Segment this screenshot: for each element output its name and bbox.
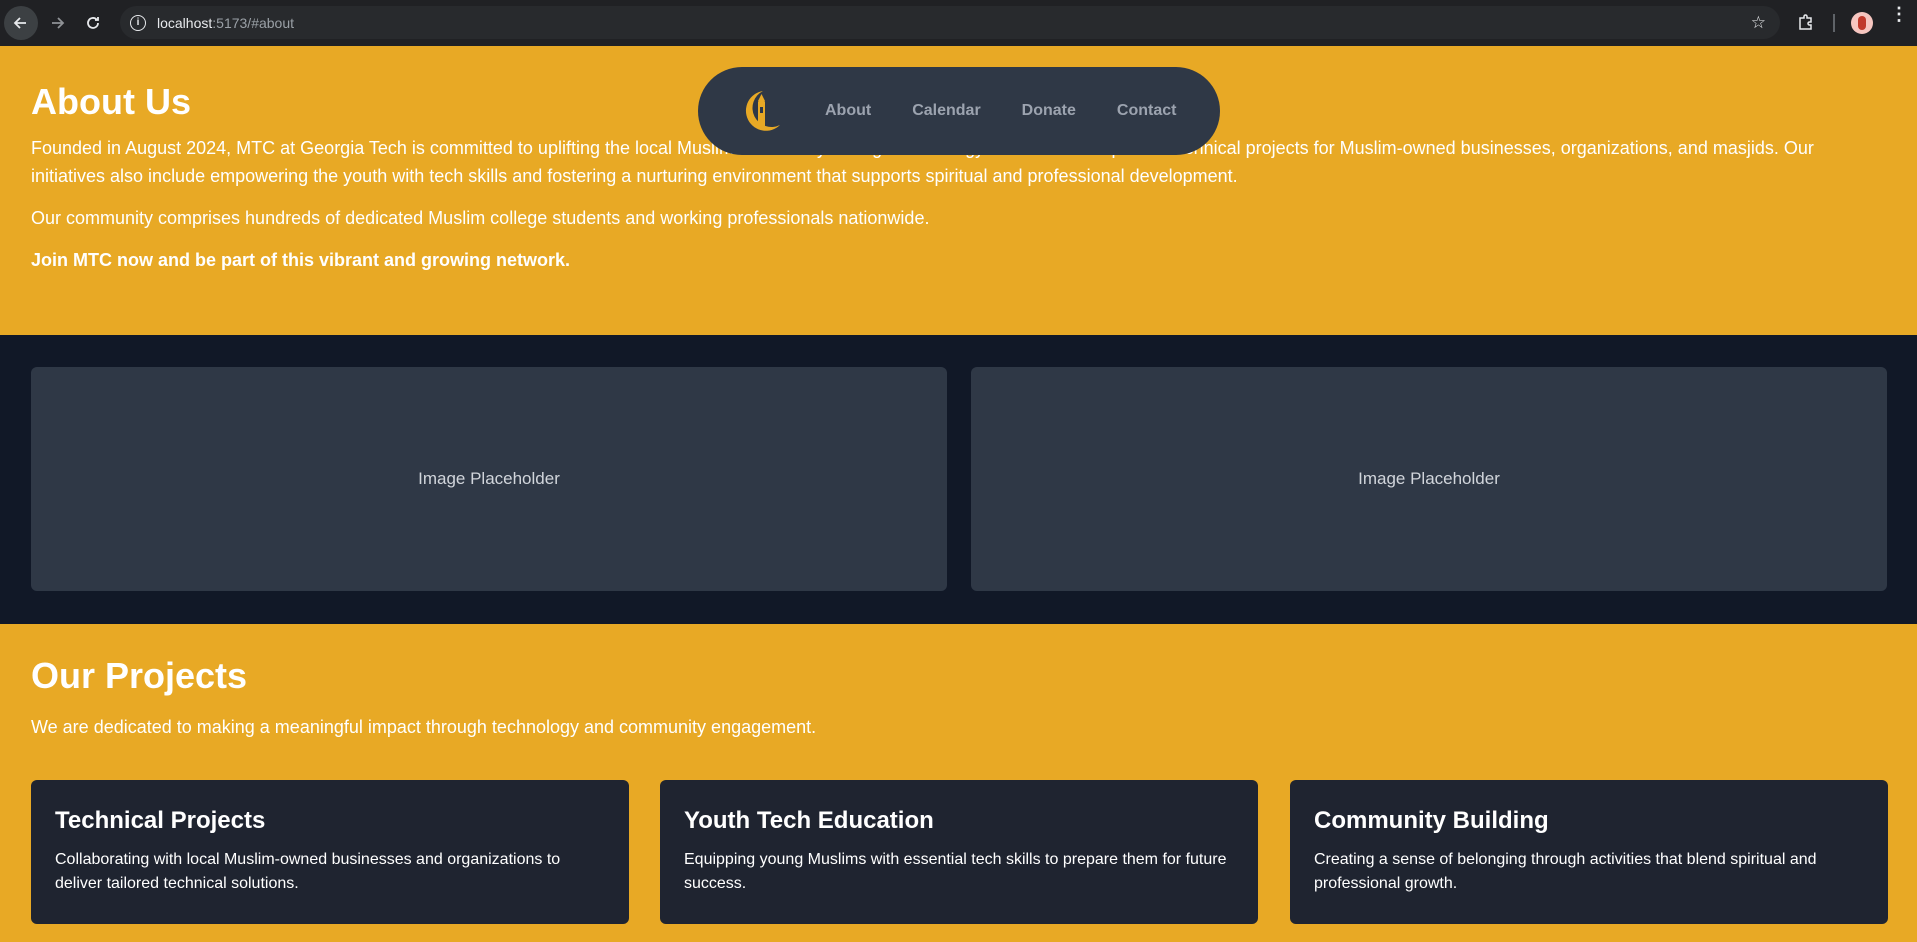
project-card-youth: Youth Tech Education Equipping young Mus… [660,780,1258,924]
about-call-to-action: Join MTC now and be part of this vibrant… [31,250,571,270]
site-info-icon[interactable]: i [130,14,146,31]
project-cards: Technical Projects Collaborating with lo… [31,780,1888,924]
address-bar[interactable]: i localhost:5173/#about ☆ [120,6,1780,39]
nav-link-about[interactable]: About [825,102,871,120]
reload-button[interactable] [76,6,110,40]
nav-link-contact[interactable]: Contact [1117,102,1177,120]
extensions-icon[interactable] [1796,12,1816,32]
arrow-right-icon [52,17,65,29]
card-text: Collaborating with local Muslim-owned bu… [55,851,561,892]
profile-avatar[interactable] [1851,12,1873,34]
mtc-logo-icon[interactable] [736,87,784,135]
image-placeholder-left: Image Placeholder [31,367,947,591]
bookmark-star-icon[interactable]: ☆ [1751,13,1766,33]
card-title: Youth Tech Education [684,807,934,834]
project-card-community: Community Building Creating a sense of b… [1290,780,1888,924]
more-menu-icon[interactable]: ⋮ [1890,5,1908,23]
nav-link-donate[interactable]: Donate [1022,102,1076,120]
project-card-technical: Technical Projects Collaborating with lo… [31,780,629,924]
about-paragraph-2: Our community comprises hundreds of dedi… [31,208,930,228]
forward-button[interactable] [40,6,74,40]
image-gallery: Image Placeholder Image Placeholder [0,335,1917,624]
back-button[interactable] [4,6,38,40]
card-text: Creating a sense of belonging through ac… [1314,851,1817,892]
page-content: About Us Founded in August 2024, MTC at … [0,46,1917,942]
card-title: Technical Projects [55,807,266,834]
projects-title: Our Projects [31,655,248,696]
arrow-left-icon [13,17,26,29]
projects-intro: We are dedicated to making a meaningful … [31,717,817,737]
toolbar-divider [1833,14,1835,32]
nav-link-calendar[interactable]: Calendar [912,102,980,120]
url-text[interactable]: localhost:5173/#about [157,15,294,31]
browser-toolbar: i localhost:5173/#about ☆ ⋮ [0,0,1917,46]
reload-icon [87,17,99,29]
image-placeholder-right: Image Placeholder [971,367,1887,591]
nav-links: About Calendar Donate Contact [825,67,1217,155]
card-text: Equipping young Muslims with essential t… [684,851,1227,892]
floating-navbar: About Calendar Donate Contact [698,67,1220,155]
card-title: Community Building [1314,807,1549,834]
projects-section: Our Projects We are dedicated to making … [0,624,1917,942]
